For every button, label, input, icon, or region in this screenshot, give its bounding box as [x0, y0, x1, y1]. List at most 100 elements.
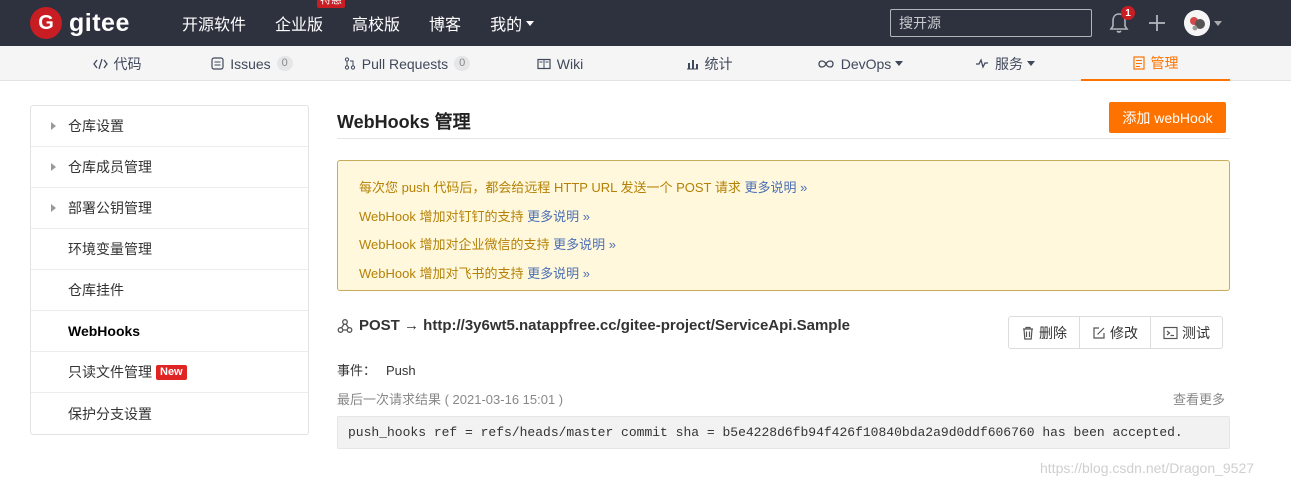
avatar[interactable]	[1184, 10, 1210, 36]
sidebar-item-deploy-keys[interactable]: 部署公钥管理	[31, 188, 308, 229]
edit-icon	[1093, 326, 1105, 339]
tab-label: DevOps	[840, 55, 892, 72]
code-icon	[92, 58, 108, 70]
watermark: https://blog.csdn.net/Dragon_9527	[1040, 460, 1255, 476]
event-value: Push	[386, 363, 416, 378]
infinity-icon	[817, 59, 835, 69]
sidebar-item-label: 只读文件管理	[68, 364, 152, 380]
tab-issues[interactable]: Issues 0	[193, 46, 311, 81]
event-label: 事件：	[337, 363, 377, 378]
nav-education[interactable]: 高校版	[352, 11, 400, 35]
more-info-link[interactable]: 更多说明 »	[553, 237, 616, 252]
add-webhook-button[interactable]: 添加 webHook	[1109, 102, 1226, 133]
edit-label: 修改	[1110, 324, 1138, 341]
test-label: 测试	[1182, 324, 1210, 341]
trash-icon	[1023, 326, 1033, 340]
logo-text: gitee	[69, 8, 130, 37]
issues-count: 0	[276, 56, 293, 71]
main-nav: 开源软件 企业版 特惠 高校版 博客 我的	[182, 0, 563, 46]
notice-text: 每次您 push 代码后，都会给远程 HTTP URL 发送一个 POST 请求	[359, 180, 745, 195]
title-divider	[337, 138, 1230, 139]
notice-line: WebHook 增加对钉钉的支持 更多说明 »	[359, 203, 1208, 232]
tab-pull-requests[interactable]: Pull Requests 0	[328, 46, 486, 81]
gitee-logo[interactable]: G gitee	[30, 7, 130, 39]
search-input[interactable]	[890, 9, 1092, 37]
nav-blog[interactable]: 博客	[429, 11, 461, 35]
tab-services[interactable]: 服务	[945, 46, 1065, 81]
settings-sidebar: 仓库设置 仓库成员管理 部署公钥管理 环境变量管理 仓库挂件 WebHooks …	[30, 105, 309, 435]
sidebar-item-members[interactable]: 仓库成员管理	[31, 147, 308, 188]
tab-label: Issues	[230, 55, 271, 72]
pull-request-icon	[344, 57, 356, 70]
tab-stats[interactable]: 统计	[650, 46, 768, 81]
logo-badge: G	[30, 7, 62, 39]
more-info-link[interactable]: 更多说明 »	[527, 266, 590, 281]
webhook-icon	[337, 318, 353, 333]
notification-badge: 1	[1121, 6, 1135, 20]
sidebar-item-repo-settings[interactable]: 仓库设置	[31, 106, 308, 147]
nav-enterprise[interactable]: 企业版 特惠	[275, 0, 346, 35]
pulse-icon	[975, 58, 989, 69]
chevron-down-icon	[526, 20, 535, 26]
sidebar-item-label: 仓库成员管理	[68, 159, 152, 175]
chevron-down-icon[interactable]	[1214, 21, 1222, 26]
nav-open-source[interactable]: 开源软件	[182, 11, 246, 35]
new-badge: New	[156, 364, 187, 380]
plus-icon[interactable]	[1147, 13, 1167, 33]
promo-badge: 特惠	[317, 0, 346, 8]
issues-icon	[211, 57, 224, 70]
notice-text: WebHook 增加对飞书的支持	[359, 265, 528, 281]
caret-right-icon	[51, 163, 56, 171]
tab-manage[interactable]: 管理	[1081, 46, 1230, 81]
pull-requests-count: 0	[454, 56, 471, 71]
notice-line: WebHook 增加对企业微信的支持 更多说明 »	[359, 231, 1208, 260]
tab-code[interactable]: 代码	[58, 46, 176, 81]
sidebar-item-webhooks[interactable]: WebHooks	[31, 311, 308, 352]
sidebar-item-env-vars[interactable]: 环境变量管理	[31, 229, 308, 270]
test-button[interactable]: 测试	[1151, 317, 1222, 348]
nav-mine-label: 我的	[490, 17, 523, 34]
webhook-entry: POST → http://3y6wt5.natappfree.cc/gitee…	[337, 317, 850, 334]
tab-label: Pull Requests	[361, 55, 449, 72]
terminal-icon	[1163, 326, 1178, 339]
sidebar-item-label: 环境变量管理	[68, 241, 152, 257]
delete-label: 删除	[1039, 324, 1067, 341]
nav-mine[interactable]: 我的	[490, 11, 535, 35]
manage-icon	[1132, 55, 1145, 70]
notice-text: WebHook 增加对钉钉的支持	[359, 208, 528, 224]
more-info-link[interactable]: 更多说明 »	[744, 180, 807, 195]
webhook-url: POST → http://3y6wt5.natappfree.cc/gitee…	[359, 317, 850, 334]
response-output: push_hooks ref = refs/heads/master commi…	[337, 416, 1230, 449]
tab-label: 代码	[113, 55, 142, 72]
sidebar-item-readonly-files[interactable]: 只读文件管理 New	[31, 352, 308, 393]
webhook-actions: 删除 修改 测试	[1008, 316, 1223, 349]
edit-button[interactable]: 修改	[1080, 317, 1151, 348]
bar-chart-icon	[686, 58, 699, 70]
notice-line: WebHook 增加对飞书的支持 更多说明 »	[359, 260, 1208, 289]
tab-devops[interactable]: DevOps	[800, 46, 920, 81]
sidebar-item-label: WebHooks	[68, 323, 141, 339]
notice-line: 每次您 push 代码后，都会给远程 HTTP URL 发送一个 POST 请求…	[359, 174, 1208, 203]
sidebar-item-label: 仓库设置	[68, 118, 124, 134]
sidebar-item-label: 部署公钥管理	[68, 200, 152, 216]
tab-wiki[interactable]: Wiki	[505, 46, 615, 81]
chevron-down-icon	[1027, 61, 1035, 66]
avatar-image	[1184, 10, 1210, 36]
sidebar-item-protected-branches[interactable]: 保护分支设置	[31, 393, 308, 434]
book-icon	[537, 58, 551, 70]
delete-button[interactable]: 删除	[1009, 317, 1080, 348]
tab-label: 服务	[995, 55, 1023, 72]
notice-text: WebHook 增加对企业微信的支持	[359, 237, 554, 252]
sidebar-item-widgets[interactable]: 仓库挂件	[31, 270, 308, 311]
caret-right-icon	[51, 204, 56, 212]
tab-label: Wiki	[556, 55, 584, 72]
tab-label: 管理	[1150, 54, 1179, 71]
last-request-label: 最后一次请求结果 ( 2021-03-16 15:01 )	[337, 392, 564, 407]
repo-tabs: 代码 Issues 0 Pull Requests 0 Wiki 统计 DevO…	[0, 46, 1291, 81]
info-notice: 每次您 push 代码后，都会给远程 HTTP URL 发送一个 POST 请求…	[337, 160, 1230, 291]
sidebar-item-label: 仓库挂件	[68, 282, 124, 298]
caret-right-icon	[51, 122, 56, 130]
tab-label: 统计	[704, 55, 733, 72]
more-info-link[interactable]: 更多说明 »	[527, 209, 590, 224]
view-more-link[interactable]: 查看更多	[1173, 389, 1225, 408]
